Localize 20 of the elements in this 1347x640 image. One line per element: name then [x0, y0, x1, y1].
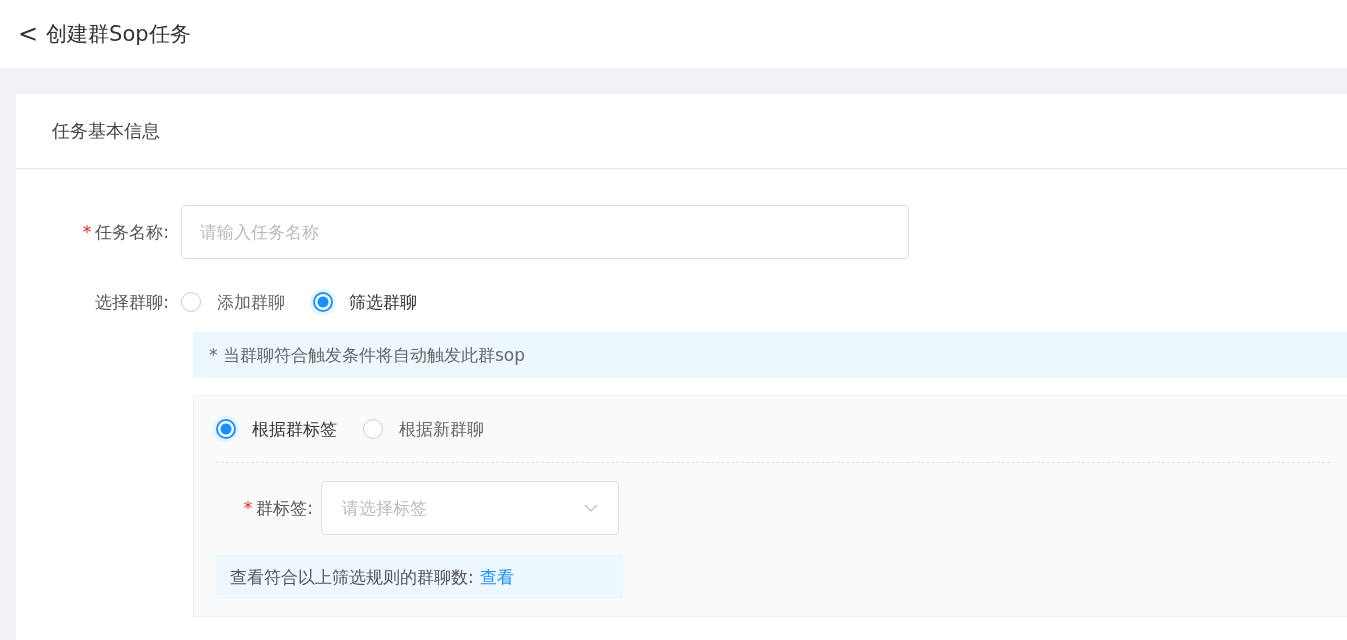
field-label: 群标签:	[256, 497, 313, 518]
notice-text: * 当群聊符合触发条件将自动触发此群sop	[209, 343, 525, 367]
radio-icon[interactable]	[363, 419, 383, 439]
radio-icon[interactable]	[181, 292, 201, 312]
radio-option[interactable]: 根据群标签	[216, 417, 337, 441]
radio-option[interactable]: 添加群聊	[181, 290, 285, 314]
required-mark: *	[243, 497, 253, 518]
field-label: 选择群聊:	[95, 291, 169, 312]
page-title: 创建群Sop任务	[46, 21, 191, 48]
radio-icon[interactable]	[313, 292, 333, 312]
field-label: 任务名称:	[95, 221, 169, 242]
card-title: 任务基本信息	[52, 119, 160, 143]
count-text: 查看符合以上筛选规则的群聊数:	[230, 565, 474, 589]
radio-option[interactable]: 根据新群聊	[363, 417, 484, 441]
required-mark: *	[82, 221, 92, 242]
radio-option[interactable]: 筛选群聊	[313, 290, 417, 314]
radio-icon[interactable]	[216, 419, 236, 439]
chevron-down-icon	[584, 504, 598, 512]
task-name-field[interactable]: 请输入任务名称	[181, 205, 909, 259]
back-button[interactable]: <	[18, 20, 39, 48]
